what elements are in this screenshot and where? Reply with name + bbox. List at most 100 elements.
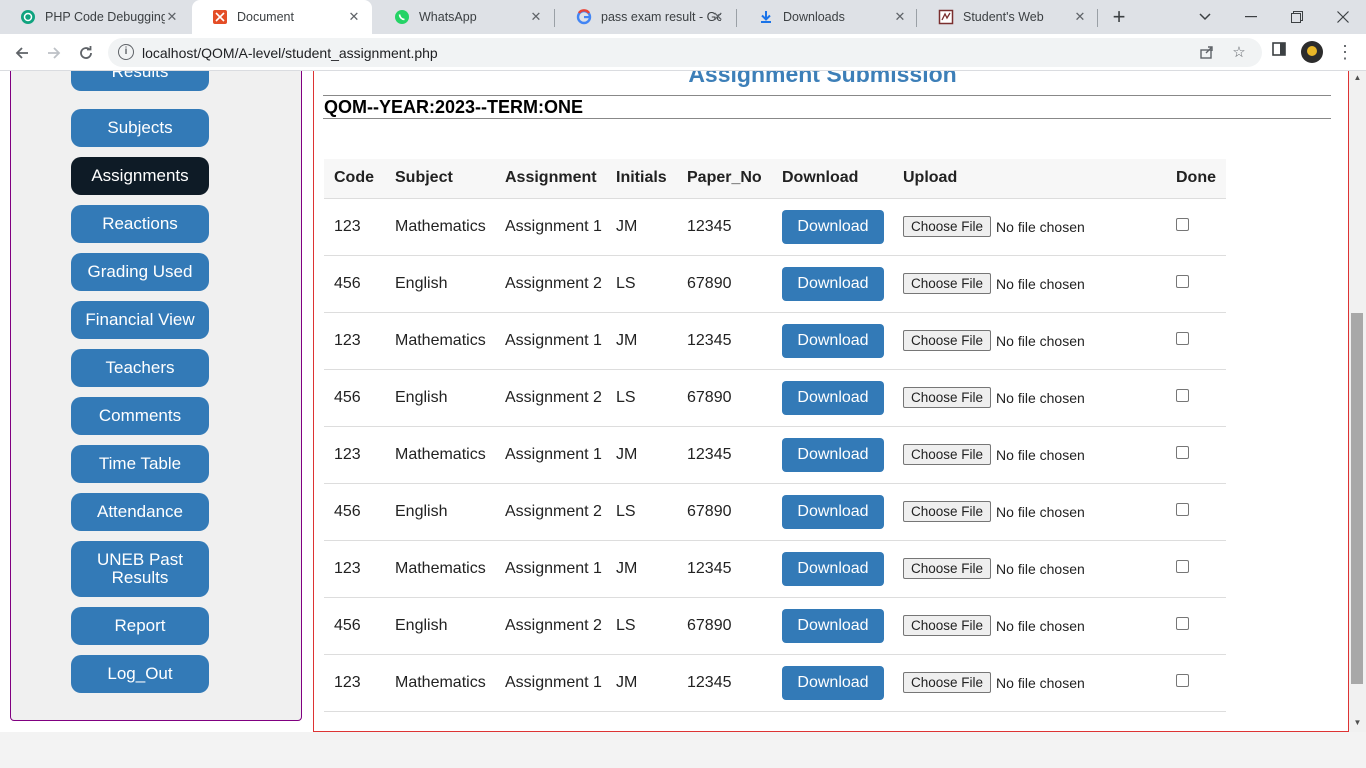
- done-checkbox[interactable]: [1176, 331, 1189, 345]
- scroll-up-arrow-icon[interactable]: ▲: [1349, 71, 1366, 85]
- tab-php-code-debugging[interactable]: PHP Code Debugging ✕: [0, 0, 190, 34]
- sidebar-item-attendance[interactable]: Attendance: [71, 493, 209, 531]
- close-window-icon[interactable]: [1320, 0, 1366, 34]
- done-checkbox[interactable]: [1176, 616, 1189, 630]
- done-checkbox[interactable]: [1176, 502, 1189, 516]
- forward-arrow-icon[interactable]: [40, 39, 68, 67]
- site-info-icon[interactable]: i: [118, 44, 134, 60]
- profile-avatar[interactable]: [1301, 41, 1323, 63]
- reload-icon[interactable]: [72, 39, 100, 67]
- done-checkbox[interactable]: [1176, 217, 1189, 231]
- download-button[interactable]: Download: [782, 608, 884, 643]
- file-upload-input[interactable]: Choose File No file chosen: [903, 558, 1166, 579]
- tab-divider: [736, 9, 737, 27]
- sidebar-item-log-out[interactable]: Log_Out: [71, 655, 209, 693]
- file-upload-input[interactable]: Choose File No file chosen: [903, 615, 1166, 636]
- file-upload-input[interactable]: Choose File No file chosen: [903, 672, 1166, 693]
- choose-file-button[interactable]: Choose File: [903, 558, 992, 579]
- cell-subject: English: [385, 255, 495, 313]
- back-arrow-icon[interactable]: [8, 39, 36, 67]
- choose-file-button[interactable]: Choose File: [903, 330, 992, 351]
- sidebar-item-grading-used[interactable]: Grading Used: [71, 253, 209, 291]
- tab-label: Document: [237, 10, 294, 24]
- file-upload-input[interactable]: Choose File No file chosen: [903, 330, 1166, 351]
- cell-upload: Choose File No file chosen: [893, 198, 1166, 256]
- sidebar-item-reactions[interactable]: Reactions: [71, 205, 209, 243]
- tab-search-chevron-icon[interactable]: [1182, 0, 1228, 34]
- download-button[interactable]: Download: [782, 665, 884, 700]
- download-button[interactable]: Download: [782, 437, 884, 472]
- minimize-icon[interactable]: [1228, 0, 1274, 34]
- close-icon[interactable]: ✕: [710, 9, 726, 25]
- done-checkbox[interactable]: [1176, 388, 1189, 402]
- bookmark-star-icon[interactable]: ☆: [1230, 44, 1248, 62]
- sidebar-item-time-table[interactable]: Time Table: [71, 445, 209, 483]
- file-upload-input[interactable]: Choose File No file chosen: [903, 216, 1166, 237]
- close-icon[interactable]: ✕: [528, 9, 544, 25]
- cell-code: 456: [324, 483, 385, 541]
- file-upload-input[interactable]: Choose File No file chosen: [903, 444, 1166, 465]
- sidebar-item-uneb-past-results[interactable]: UNEB Past Results: [71, 541, 209, 597]
- file-upload-input[interactable]: Choose File No file chosen: [903, 273, 1166, 294]
- download-button[interactable]: Download: [782, 380, 884, 415]
- cell-download: Download: [772, 540, 893, 598]
- file-status-text: No file chosen: [996, 503, 1085, 520]
- cell-upload: Choose File No file chosen: [893, 369, 1166, 427]
- close-icon[interactable]: ✕: [346, 9, 362, 25]
- cell-subject: English: [385, 369, 495, 427]
- menu-kebab-icon[interactable]: ⋮: [1334, 41, 1356, 63]
- scrollbar-thumb[interactable]: [1351, 313, 1363, 684]
- tab-downloads[interactable]: Downloads ✕: [738, 0, 918, 34]
- url-text[interactable]: localhost/QOM/A-level/student_assignment…: [142, 45, 438, 61]
- sidebar-item-comments[interactable]: Comments: [71, 397, 209, 435]
- close-icon[interactable]: ✕: [892, 9, 908, 25]
- choose-file-button[interactable]: Choose File: [903, 387, 992, 408]
- download-button[interactable]: Download: [782, 551, 884, 586]
- sidebar-item-report[interactable]: Report: [71, 607, 209, 645]
- done-checkbox[interactable]: [1176, 274, 1189, 288]
- tab-google-search[interactable]: pass exam result - Goo ✕: [556, 0, 736, 34]
- file-status-text: No file chosen: [996, 560, 1085, 577]
- new-tab-plus-icon[interactable]: +: [1107, 5, 1131, 29]
- sidebar-item-teachers[interactable]: Teachers: [71, 349, 209, 387]
- done-checkbox[interactable]: [1176, 559, 1189, 573]
- file-upload-input[interactable]: Choose File No file chosen: [903, 501, 1166, 522]
- sidebar-item-results[interactable]: Results: [71, 71, 209, 91]
- scroll-down-arrow-icon[interactable]: ▼: [1349, 716, 1366, 730]
- whatsapp-icon: [394, 9, 410, 25]
- file-status-text: No file chosen: [996, 218, 1085, 235]
- side-panel-icon[interactable]: [1268, 41, 1290, 63]
- choose-file-button[interactable]: Choose File: [903, 672, 992, 693]
- choose-file-button[interactable]: Choose File: [903, 216, 992, 237]
- cell-assignment: Assignment 1: [495, 654, 606, 712]
- download-button[interactable]: Download: [782, 266, 884, 301]
- file-upload-input[interactable]: Choose File No file chosen: [903, 387, 1166, 408]
- column-header-upload: Upload: [893, 159, 1166, 199]
- download-button[interactable]: Download: [782, 209, 884, 244]
- sidebar-item-financial-view[interactable]: Financial View: [71, 301, 209, 339]
- close-icon[interactable]: ✕: [164, 9, 180, 25]
- tab-document[interactable]: Document ✕: [192, 0, 372, 34]
- choose-file-button[interactable]: Choose File: [903, 615, 992, 636]
- sidebar-item-subjects[interactable]: Subjects: [71, 109, 209, 147]
- cell-subject: English: [385, 483, 495, 541]
- download-button[interactable]: Download: [782, 494, 884, 529]
- close-icon[interactable]: ✕: [1072, 9, 1088, 25]
- page-scrollbar[interactable]: ▲ ▼: [1349, 71, 1366, 732]
- cell-done: [1166, 483, 1226, 541]
- restore-icon[interactable]: [1274, 0, 1320, 34]
- address-bar[interactable]: i localhost/QOM/A-level/student_assignme…: [108, 38, 1262, 67]
- choose-file-button[interactable]: Choose File: [903, 501, 992, 522]
- download-button[interactable]: Download: [782, 323, 884, 358]
- column-header-code: Code: [324, 159, 385, 199]
- choose-file-button[interactable]: Choose File: [903, 444, 992, 465]
- done-checkbox[interactable]: [1176, 673, 1189, 687]
- choose-file-button[interactable]: Choose File: [903, 273, 992, 294]
- share-icon[interactable]: [1198, 44, 1216, 62]
- browser-tab-strip: PHP Code Debugging ✕ Document ✕ WhatsApp…: [0, 0, 1366, 34]
- tab-students-web[interactable]: Student's Web ✕: [918, 0, 1098, 34]
- done-checkbox[interactable]: [1176, 445, 1189, 459]
- tab-whatsapp[interactable]: WhatsApp ✕: [374, 0, 554, 34]
- cell-download: Download: [772, 369, 893, 427]
- sidebar-item-assignments[interactable]: Assignments: [71, 157, 209, 195]
